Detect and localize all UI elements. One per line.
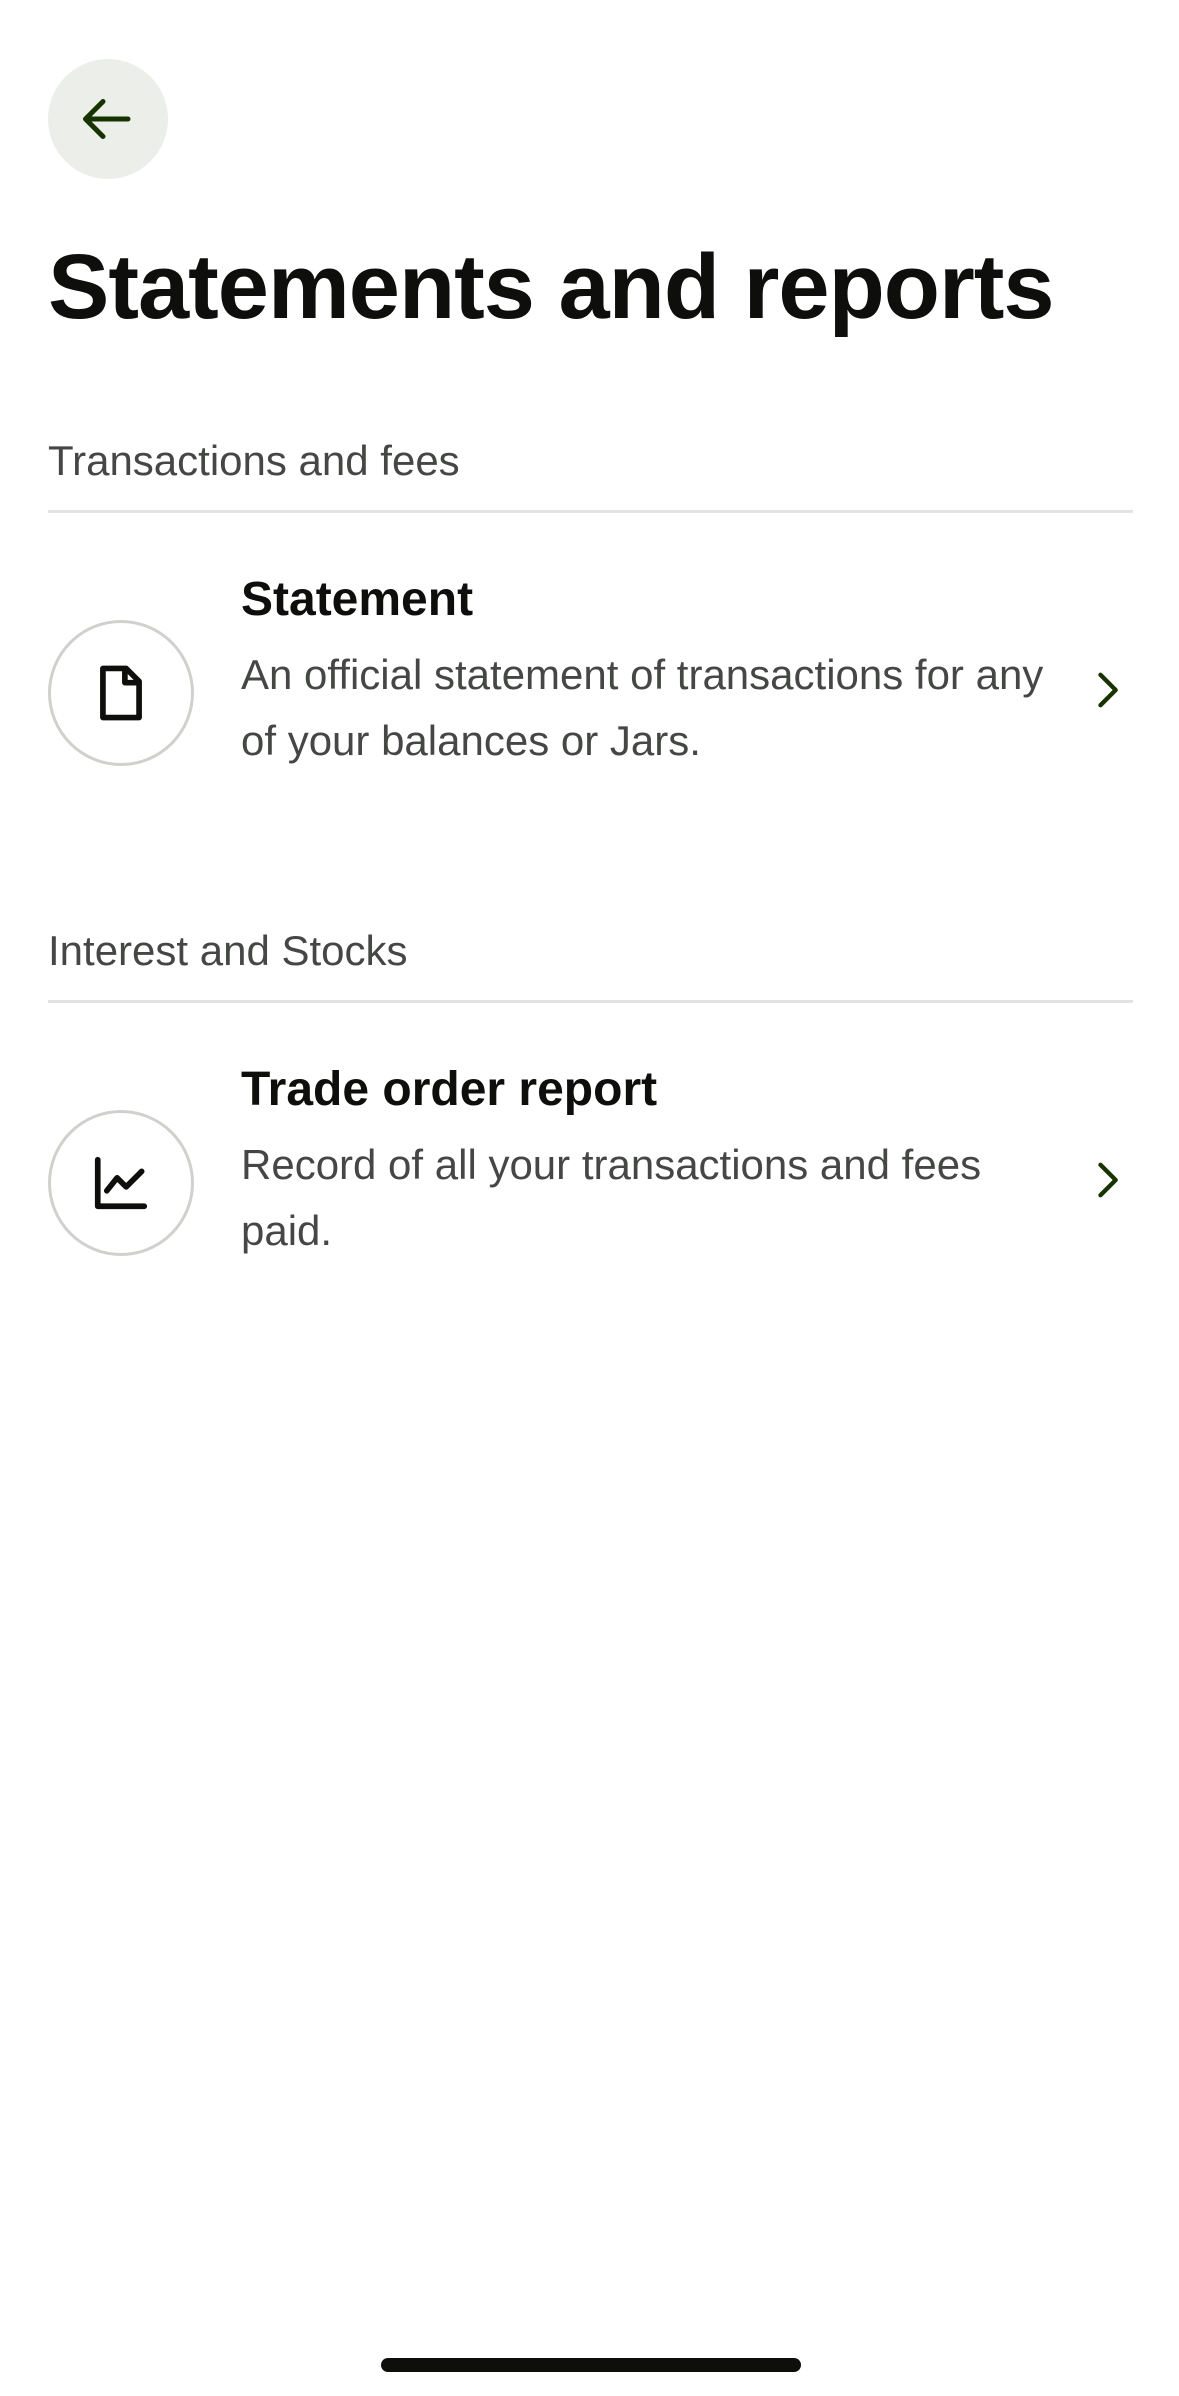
section-divider (48, 1000, 1133, 1003)
section-header-transactions: Transactions and fees (48, 437, 460, 484)
statement-title: Statement (241, 573, 474, 626)
back-button[interactable] (48, 59, 168, 179)
statements-screen: Statements and reports Transactions and … (0, 0, 1179, 2396)
chevron-right-icon (1098, 1162, 1118, 1198)
list-item-trade-order-report[interactable]: Trade order report Record of all your tr… (48, 1060, 1133, 1300)
page-title: Statements and reports (48, 236, 1055, 338)
document-icon (100, 665, 142, 721)
home-indicator[interactable] (381, 2358, 801, 2372)
statement-icon-circle (48, 620, 194, 766)
section-divider (48, 510, 1133, 513)
trade-order-report-title: Trade order report (241, 1063, 658, 1116)
trade-report-icon-circle (48, 1110, 194, 1256)
section-header-interest-stocks: Interest and Stocks (48, 927, 408, 974)
arrow-left-icon (83, 99, 131, 139)
line-chart-icon (94, 1156, 148, 1210)
statement-description: An official statement of transactions fo… (241, 651, 1044, 764)
list-item-statement[interactable]: Statement An official statement of trans… (48, 570, 1133, 810)
chevron-right-icon (1098, 672, 1118, 708)
trade-order-report-description: Record of all your transactions and fees… (241, 1141, 982, 1254)
